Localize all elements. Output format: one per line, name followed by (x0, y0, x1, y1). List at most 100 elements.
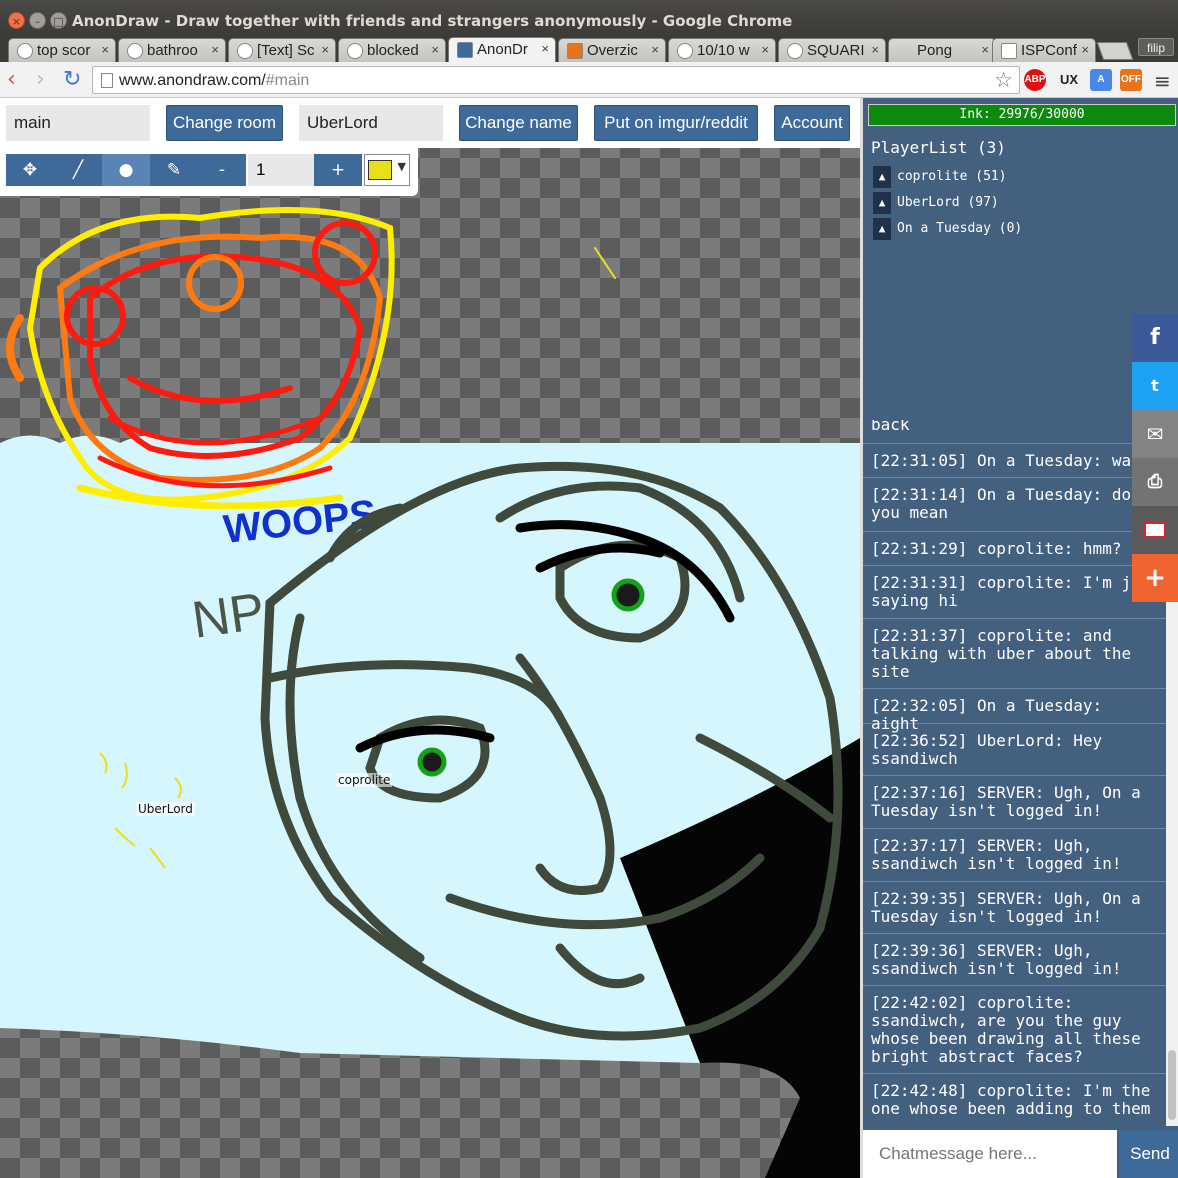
tab-ispconfig[interactable]: ISPConf × (992, 38, 1096, 62)
size-decrease-button[interactable]: - (198, 154, 246, 186)
url-path: #main (265, 72, 310, 89)
maximize-window-button[interactable]: □ (50, 12, 67, 29)
tab-squarl[interactable]: SQUARI × (778, 38, 886, 62)
url-text[interactable]: www.anondraw.com/#main (119, 72, 309, 90)
tab-close-icon[interactable]: × (871, 42, 879, 57)
print-share-icon[interactable]: ⎙ (1132, 458, 1178, 506)
upvote-icon[interactable]: ▲ (873, 192, 891, 214)
back-arrow-icon[interactable]: ‹ (7, 67, 16, 92)
title-bar: × – □ AnonDraw - Draw together with frie… (0, 0, 1178, 36)
cursor-label-coprolite: coprolite (336, 773, 393, 787)
brush-size-input[interactable] (248, 154, 314, 186)
tab-close-icon[interactable]: × (431, 42, 439, 57)
size-increase-button[interactable]: + (314, 154, 362, 186)
color-dropdown[interactable]: ▼ (364, 154, 410, 186)
reddit-icon (127, 43, 143, 59)
name-input[interactable] (299, 105, 443, 141)
tab-close-icon[interactable]: × (761, 42, 769, 57)
tab-label: 10/10 w (697, 42, 750, 59)
tab-close-icon[interactable]: × (1081, 42, 1089, 57)
tab-top-scores[interactable]: top scor × (8, 38, 116, 62)
tab-text[interactable]: [Text] Sc × (228, 38, 336, 62)
move-tool-icon[interactable]: ✥ (6, 154, 54, 186)
more-share-icon[interactable]: + (1132, 554, 1178, 602)
chat-message: back (863, 420, 1166, 444)
chat-message: [22:31:14] On a Tuesday: do you mean (863, 478, 1166, 532)
change-name-button[interactable]: Change name (459, 105, 578, 141)
room-controls: Change room Change name Put on imgur/red… (0, 98, 860, 148)
facebook-share-icon[interactable]: f (1132, 314, 1178, 362)
tab-pong[interactable]: Pong × (888, 38, 996, 62)
chat-message: [22:36:52] UberLord: Hey ssandiwch (863, 724, 1166, 776)
color-picker-tool-icon[interactable]: ✎ (150, 154, 198, 186)
right-eye (611, 578, 645, 612)
off-extension-icon[interactable]: OFF (1120, 69, 1142, 91)
forward-arrow-icon[interactable]: › (36, 67, 45, 92)
profile-badge[interactable]: filip (1138, 38, 1174, 56)
translate-icon[interactable]: A (1090, 69, 1112, 91)
chat-input[interactable] (863, 1130, 1117, 1178)
tab-close-icon[interactable]: × (651, 42, 659, 57)
minimize-window-button[interactable]: – (29, 12, 46, 29)
tab-close-icon[interactable]: × (101, 42, 109, 57)
reddit-icon (237, 43, 253, 59)
tab-close-icon[interactable]: × (541, 41, 549, 56)
tab-close-icon[interactable]: × (211, 42, 219, 57)
np-text: NP (189, 582, 269, 649)
email-share-icon[interactable]: ✉ (1132, 410, 1178, 458)
tab-label: [Text] Sc (257, 42, 315, 59)
chat-message: [22:31:37] coprolite: and talking with u… (863, 619, 1166, 689)
tab-bathroom[interactable]: bathroo × (118, 38, 226, 62)
scrollbar-thumb[interactable] (1168, 1050, 1176, 1120)
chat-message: [22:37:17] SERVER: Ugh, ssandiwch isn't … (863, 829, 1166, 882)
tab-strip: top scor × bathroo × [Text] Sc × blocked… (0, 36, 1178, 63)
gmail-share-icon[interactable] (1132, 506, 1178, 554)
chart-icon (567, 43, 583, 59)
ux-extension-icon[interactable]: UX (1058, 69, 1080, 91)
anondraw-icon (457, 42, 473, 58)
chat-message: [22:31:05] On a Tuesday: wah (863, 444, 1166, 478)
tab-anondraw[interactable]: AnonDr × (448, 37, 556, 63)
new-tab-button[interactable] (1096, 42, 1134, 60)
drawing-canvas[interactable]: WOOPS NP coprolite UberLord main Change … (0, 98, 860, 1178)
sidebar: Ink: 29976/30000 PlayerList (3) ▲ coproli… (860, 98, 1178, 1178)
tab-10-10[interactable]: 10/10 w × (668, 38, 776, 62)
close-window-button[interactable]: × (8, 12, 25, 29)
chat-message: [22:39:35] SERVER: Ugh, On a Tuesday isn… (863, 882, 1166, 934)
color-swatch (368, 160, 392, 180)
tab-close-icon[interactable]: × (981, 42, 989, 57)
menu-icon[interactable]: ≡ (1154, 69, 1171, 93)
imgur-reddit-button[interactable]: Put on imgur/reddit (594, 105, 758, 141)
twitter-share-icon[interactable]: t (1132, 362, 1178, 410)
chat-log[interactable]: back [22:31:05] On a Tuesday: wah [22:31… (863, 420, 1166, 1126)
chat-message: [22:42:02] coprolite: ssandiwch, are you… (863, 986, 1166, 1074)
drawing-artwork: WOOPS NP (0, 207, 860, 1178)
chat-message: [22:37:16] SERVER: Ugh, On a Tuesday isn… (863, 776, 1166, 829)
tab-blocked[interactable]: blocked × (338, 38, 446, 62)
change-room-button[interactable]: Change room (166, 105, 283, 141)
tab-label: ISPConf (1021, 42, 1077, 59)
tab-label: AnonDr (477, 41, 528, 58)
bookmark-star-icon[interactable]: ☆ (994, 68, 1013, 92)
line-tool-icon[interactable]: ╱ (54, 154, 102, 186)
brush-tool-icon[interactable]: ● (102, 154, 150, 186)
chat-message: [22:31:31] coprolite: I'm ju saying hi (863, 566, 1166, 619)
chat-message: [22:42:48] coprolite: I'm the one whose … (871, 1081, 1151, 1118)
adblock-icon[interactable]: ABP (1024, 69, 1046, 91)
player-item: ▲ UberLord (97) (873, 192, 999, 214)
url-host: www.anondraw.com/ (119, 72, 266, 89)
tab-close-icon[interactable]: × (321, 42, 329, 57)
tab-overzicht[interactable]: Overzic × (558, 38, 666, 62)
upvote-icon[interactable]: ▲ (873, 166, 891, 188)
room-input[interactable] (6, 105, 150, 141)
left-eye (417, 747, 447, 777)
chat-message: [22:39:36] SERVER: Ugh, ssandiwch isn't … (863, 934, 1166, 986)
reload-icon[interactable]: ↻ (63, 67, 81, 92)
account-button[interactable]: Account (774, 105, 850, 141)
send-button[interactable]: Send (1119, 1130, 1178, 1178)
player-label: coprolite (51) (897, 169, 1007, 184)
address-bar[interactable]: www.anondraw.com/#main ☆ (92, 66, 1020, 94)
upvote-icon[interactable]: ▲ (873, 218, 891, 240)
anondraw-page: WOOPS NP coprolite UberLord main Change … (0, 98, 1178, 1178)
playerlist-title: PlayerList (3) (871, 138, 1006, 157)
